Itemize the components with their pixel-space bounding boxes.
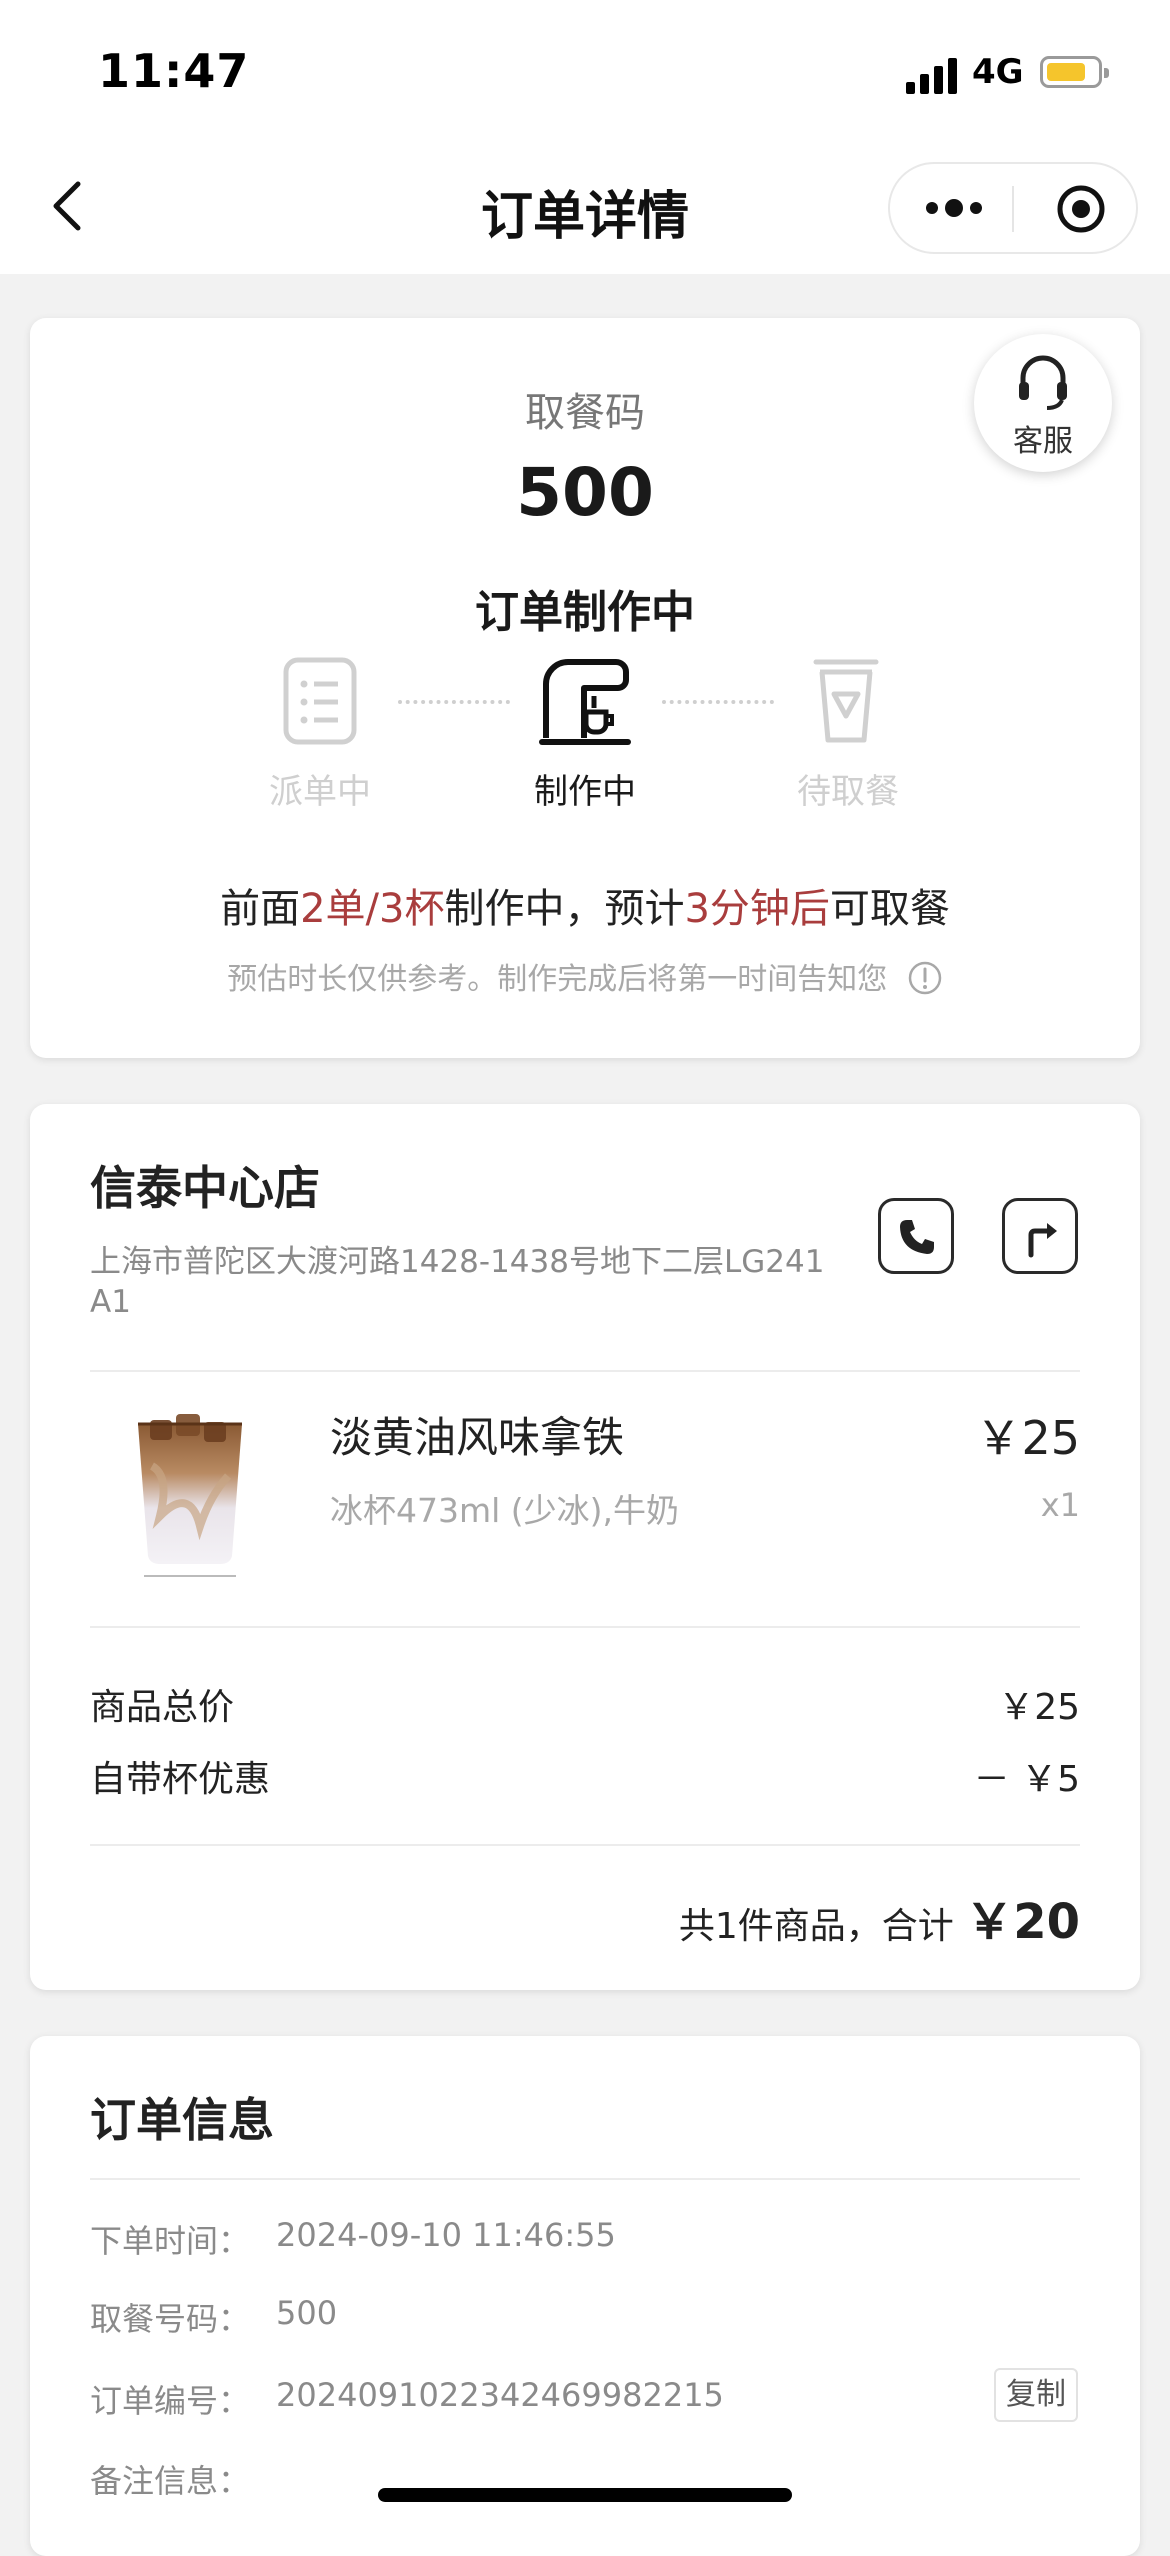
order-status-title: 订单制作中: [475, 587, 695, 638]
step-ready: 待取餐: [797, 772, 899, 812]
order-total: 共1件商品，合计 ￥20: [480, 1882, 1080, 1952]
remarks-label: 备注信息：: [90, 2462, 251, 2500]
signal-icon: [906, 56, 958, 94]
pickup-number-label: 取餐号码：: [90, 2300, 251, 2338]
status-bar: 11:47 4G: [0, 0, 1170, 140]
discount-value: － ￥5: [973, 1759, 1080, 1800]
info-icon[interactable]: [907, 960, 943, 996]
discount-label: 自带杯优惠: [90, 1759, 271, 1800]
total-value: ￥20: [965, 1894, 1080, 1950]
order-list-icon: [283, 657, 357, 745]
divider: [90, 1370, 1080, 1372]
step-connector-2: [662, 700, 774, 704]
mini-program-capsule: [888, 162, 1138, 254]
subtotal-value: ￥25: [998, 1687, 1080, 1728]
battery-icon: [1040, 56, 1109, 88]
total-prefix: 共1件商品，合计: [678, 1906, 954, 1947]
queue-eta: 3分钟后: [684, 886, 830, 932]
copy-order-number-button[interactable]: 复制: [994, 2368, 1078, 2422]
queue-prefix: 前面: [220, 886, 301, 932]
queue-orders: 2单/3杯: [300, 886, 445, 932]
order-number-value: 2024091022342469982215: [276, 2376, 724, 2414]
latte-image: [138, 1414, 242, 1577]
network-type: 4G: [972, 52, 1024, 92]
order-time-value: 2024-09-10 11:46:55: [276, 2216, 616, 2254]
estimate-note: 预估时长仅供参考。制作完成后将第一时间告知您: [30, 954, 1140, 998]
order-info-title: 订单信息: [90, 2093, 274, 2147]
cup-icon: [813, 659, 879, 743]
phone-icon: [900, 1220, 934, 1254]
step-making: 制作中: [534, 772, 636, 812]
divider: [90, 1626, 1080, 1628]
item-options: 冰杯473ml (少冰),牛奶: [330, 1491, 680, 1530]
pickup-number-value: 500: [276, 2294, 338, 2332]
call-store-button[interactable]: [878, 1198, 954, 1274]
subtotal-label: 商品总价: [90, 1687, 235, 1728]
store-address-line1: 上海市普陀区大渡河路1428-1438号地下二层LG241: [90, 1244, 825, 1280]
step-connector-1: [398, 700, 510, 704]
queue-middle: 制作中，预计: [444, 886, 685, 932]
estimate-note-text: 预估时长仅供参考。制作完成后将第一时间告知您: [227, 962, 888, 997]
divider: [90, 2178, 1080, 2180]
directions-icon: [1028, 1223, 1057, 1258]
queue-info: 前面2单/3杯制作中，预计3分钟后可取餐: [30, 876, 1140, 934]
pickup-code: 500: [516, 454, 654, 531]
item-name: 淡黄油风味拿铁: [330, 1413, 625, 1462]
step-dispatching: 派单中: [269, 772, 371, 812]
more-icon[interactable]: [922, 188, 986, 228]
item-price: ￥25: [975, 1411, 1080, 1465]
store-address-line2: A1: [90, 1284, 131, 1320]
navigate-button[interactable]: [1002, 1198, 1078, 1274]
status-time: 11:47: [98, 44, 250, 98]
nav-bar: 订单详情: [0, 140, 1170, 274]
pickup-code-label: 取餐码: [525, 390, 645, 436]
order-number-label: 订单编号：: [90, 2382, 251, 2420]
coffee-machine-icon: [539, 659, 631, 745]
store-name: 信泰中心店: [90, 1161, 320, 1215]
divider: [90, 1844, 1080, 1846]
close-miniprogram-icon[interactable]: [1056, 184, 1106, 234]
home-indicator[interactable]: [378, 2488, 792, 2502]
item-quantity: x1: [1040, 1486, 1080, 1524]
order-time-label: 下单时间：: [90, 2222, 251, 2260]
queue-suffix: 可取餐: [829, 886, 950, 932]
